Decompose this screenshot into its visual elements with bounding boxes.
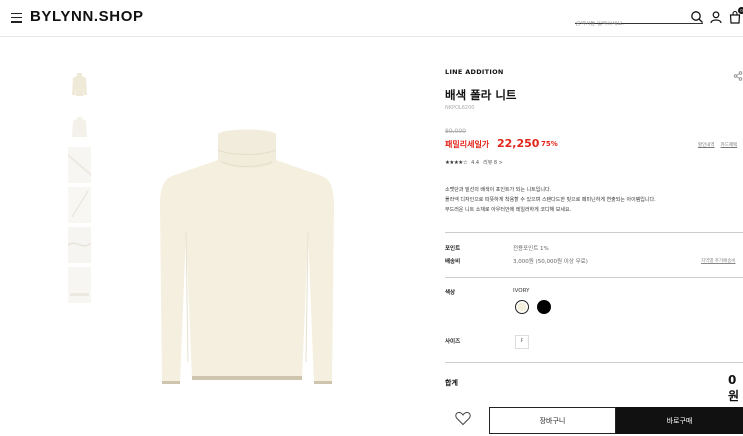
thumbnail-item[interactable] [68, 107, 91, 143]
price-links: 할인내역 카드혜택 [698, 142, 743, 148]
size-label: 사이즈 [445, 339, 461, 345]
product-main-image[interactable] [152, 122, 342, 390]
review-link[interactable]: 리뷰 8 > [483, 160, 503, 166]
card-benefit-link[interactable]: 카드혜택 [721, 143, 738, 148]
sale-price-label: 패밀리세일가 [445, 140, 490, 149]
share-icon[interactable] [733, 66, 743, 81]
user-icon[interactable] [709, 10, 723, 24]
add-to-cart-button[interactable]: 장바구니 [489, 407, 616, 434]
discount-rate: 75% [541, 140, 558, 148]
color-label: 색상 [445, 290, 456, 296]
rating: ★★★★☆ 4.4 리뷰 8 > [445, 159, 503, 166]
thumbnail-list [68, 67, 91, 307]
site-header: BYLYNN.SHOP 0 [0, 0, 743, 37]
thumbnail-item[interactable] [68, 67, 91, 103]
total-label: 합계 [445, 379, 458, 387]
cart-icon[interactable]: 0 [728, 7, 743, 24]
product-title: 배색 폴라 니트 [445, 88, 517, 102]
menu-icon[interactable] [11, 13, 22, 23]
rating-value: 4.4 [471, 160, 480, 166]
description-line: 부드러운 니트 소재로 아우터안에 레일러하게 코디해 보세요. [445, 207, 572, 213]
brand-name[interactable]: LINE ADDITION [445, 68, 504, 76]
divider [445, 362, 743, 363]
site-logo[interactable]: BYLYNN.SHOP [30, 8, 144, 25]
color-swatch-black[interactable] [537, 300, 551, 314]
search-input[interactable] [575, 21, 685, 27]
divider [445, 232, 743, 233]
shipping-fee-link[interactable]: 지역별 추가배송비 [701, 258, 736, 264]
search-bar [575, 10, 703, 27]
product-code: NKPOL6200 [445, 105, 475, 111]
size-option[interactable]: F [515, 335, 529, 349]
thumbnail-item[interactable] [68, 267, 91, 303]
thumbnail-item[interactable] [68, 187, 91, 223]
divider [445, 277, 743, 278]
thumbnail-item[interactable] [68, 227, 91, 263]
shipping-value: 3,000원 (50,000원 이상 무료) [513, 259, 588, 265]
sale-price: 22,250 [497, 137, 540, 150]
heart-icon[interactable] [455, 411, 471, 426]
search-icon[interactable] [690, 10, 704, 24]
color-value: IVORY [513, 288, 530, 294]
description-line: 소맷단과 밑선의 배색이 포인트가 되는 니트입니다. [445, 187, 552, 193]
discount-detail-link[interactable]: 할인내역 [698, 143, 715, 148]
buy-now-button[interactable]: 바로구매 [616, 407, 743, 434]
color-swatch-ivory[interactable] [515, 300, 529, 314]
description-line: 폴라넥 디자인으로 따뜻하게 착용할 수 있으며 스탠다드한 핏으로 페미닌하게… [445, 197, 656, 203]
cart-count-badge: 0 [738, 7, 743, 14]
point-value: 전용포인트 1% [513, 246, 549, 252]
point-label: 포인트 [445, 246, 461, 252]
original-price: 89,000 [445, 128, 466, 135]
rating-stars: ★★★★☆ [445, 160, 468, 166]
total-value: 0원 [728, 373, 740, 403]
thumbnail-item[interactable] [68, 147, 91, 183]
shipping-label: 배송비 [445, 259, 461, 265]
product-description: 소맷단과 밑선의 배색이 포인트가 되는 니트입니다. 폴라넥 디자인으로 따뜻… [445, 185, 656, 215]
